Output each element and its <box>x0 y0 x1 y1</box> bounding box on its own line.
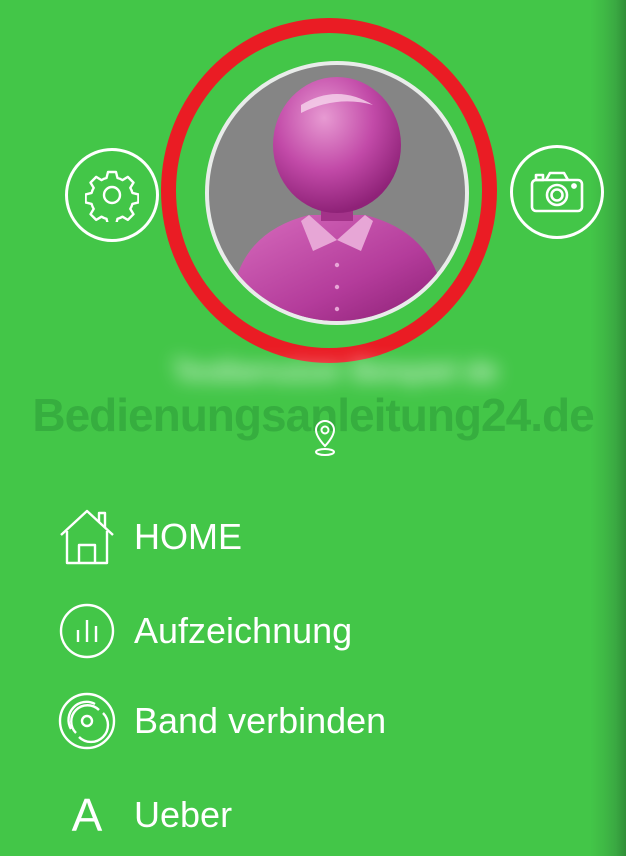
menu-item-label: HOME <box>134 516 242 557</box>
menu-item-label: Band verbinden <box>134 700 387 741</box>
person-silhouette-icon <box>230 77 445 321</box>
menu-item-aufzeichnung[interactable]: Aufzeichnung <box>52 596 572 666</box>
camera-icon <box>530 171 584 213</box>
settings-button[interactable] <box>65 148 159 242</box>
menu-item-band-verbinden[interactable]: Band verbinden <box>52 686 572 756</box>
camera-button[interactable] <box>510 145 604 239</box>
menu-item-label: Ueber <box>134 794 233 835</box>
gear-icon <box>85 170 139 222</box>
menu-item-home[interactable]: HOME <box>52 502 572 572</box>
side-menu-panel: Testbenutzer Beispiel de Bedienungsanlei… <box>0 0 626 856</box>
menu-item-ueber[interactable]: A Ueber <box>52 780 572 850</box>
map-pin-icon <box>314 419 336 456</box>
band-connect-icon <box>58 692 116 750</box>
menu-item-label: Aufzeichnung <box>134 610 353 651</box>
user-name: Testbenutzer Beispiel de <box>171 355 499 388</box>
bar-chart-circle-icon <box>59 603 115 659</box>
avatar[interactable] <box>205 61 469 325</box>
house-icon <box>60 509 114 565</box>
letter-a-icon: A <box>71 789 103 841</box>
